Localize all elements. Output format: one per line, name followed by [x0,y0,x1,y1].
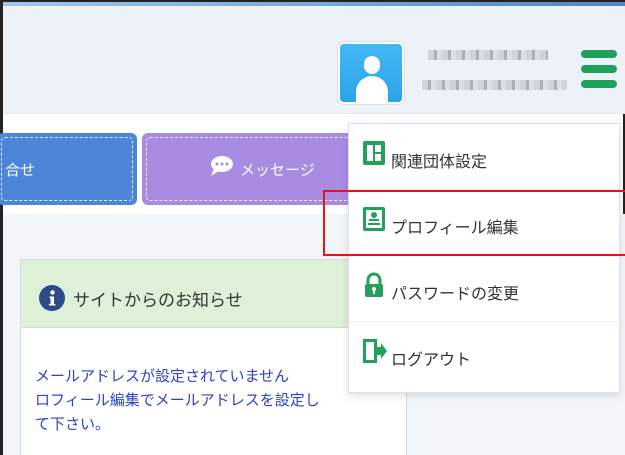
menu-item-organization-settings[interactable]: 関連団体設定 [349,124,619,190]
lock-icon [365,272,383,297]
menu-item-label: 関連団体設定 [391,152,488,171]
menu-item-password-change[interactable]: パスワードの変更 [349,256,619,322]
redacted-user-name [428,50,548,60]
contact-button-label: 合せ [5,161,36,179]
hamburger-bar [581,50,617,58]
menu-item-logout[interactable]: ログアウト [349,322,619,388]
app-frame: 合せ メッセージ サイトからのお知らせ メールアドレスが設定されていません ロフ… [0,0,625,455]
hamburger-bar [581,80,617,88]
header-accent-line [3,2,625,6]
logout-door-icon [363,339,387,363]
menu-item-label: ログアウト [391,350,472,369]
menu-item-label: パスワードの変更 [391,284,520,303]
avatar[interactable] [338,42,404,104]
message-button-label: メッセージ [240,161,315,179]
avatar-head-shape [364,56,380,74]
hamburger-bar [581,65,617,73]
organization-icon [363,141,385,165]
notice-line: て下さい。 [35,415,111,433]
contact-button[interactable]: 合せ [0,133,137,205]
notice-line: メールアドレスが設定されていません [35,367,290,385]
avatar-body-shape [356,76,388,102]
user-dropdown-menu: 関連団体設定 プロフィール編集 パスワードの変更 ログアウト [348,123,620,393]
redacted-user-id [422,80,567,90]
notice-title: サイトからのお知らせ [73,291,243,311]
hamburger-menu-icon[interactable] [581,50,617,90]
info-icon [39,285,65,311]
notice-line[interactable]: ロフィール編集でメールアドレスを設定し [35,388,375,412]
chat-bubble-icon [211,156,233,176]
highlight-frame [323,190,625,256]
header-bar [3,2,625,114]
notice-message: メールアドレスが設定されていません ロフィール編集でメールアドレスを設定し て下… [35,364,375,436]
user-info-redacted [420,42,570,102]
